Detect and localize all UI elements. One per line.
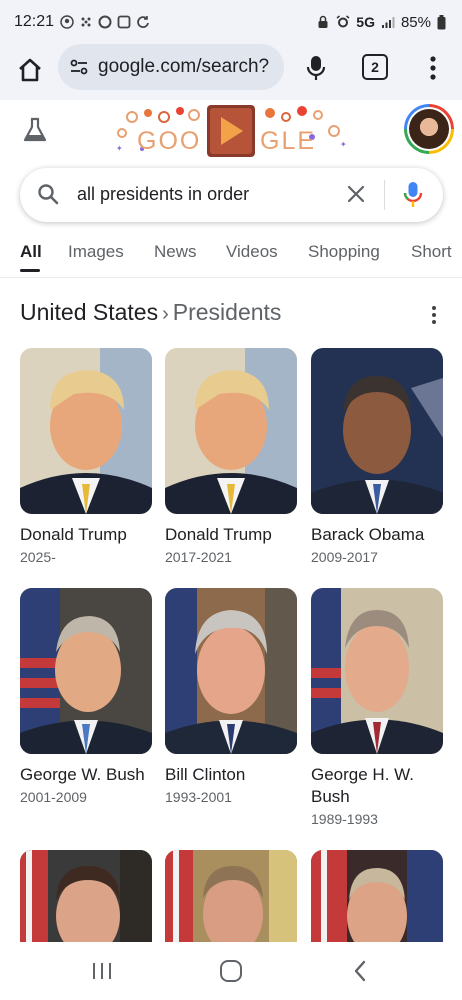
portrait-image [20,850,152,942]
home-nav-button[interactable] [220,960,242,982]
president-name[interactable]: Bill Clinton [165,764,297,786]
browser-toolbar: google.com/search? 2 [0,44,462,100]
president-portrait[interactable] [165,850,297,942]
president-portrait[interactable] [311,348,443,514]
avatar-photo [409,109,449,149]
lock-icon [318,15,328,28]
url-text[interactable]: google.com/search? [98,56,269,78]
gallery-icon [117,15,131,29]
status-bar: 12:21 5G 85% [0,0,462,44]
president-card[interactable]: Barack Obama 2009-2017 [311,348,443,565]
president-card[interactable]: Bill Clinton 1993-2001 [165,588,297,805]
president-portrait[interactable] [20,850,152,942]
president-portrait[interactable] [311,588,443,754]
president-card[interactable] [20,850,152,942]
president-portrait[interactable] [165,588,297,754]
status-right: 5G 85% [316,14,446,31]
sync-icon [137,16,149,28]
doodle-letters-left: GOO [137,127,202,155]
status-time: 12:21 [14,13,55,30]
back-icon[interactable] [352,960,368,982]
tab-switcher-button[interactable]: 2 [362,54,388,80]
president-name[interactable]: George H. W. Bush [311,764,443,808]
breadcrumb-separator: › [162,303,169,325]
portrait-image [165,588,297,754]
president-portrait[interactable] [311,850,443,942]
president-name[interactable]: George W. Bush [20,764,152,786]
tab-videos[interactable]: Videos [226,242,278,262]
account-avatar[interactable] [404,104,454,154]
president-years: 1993-2001 [165,789,232,805]
president-years: 2017-2021 [165,549,232,565]
tab-short[interactable]: Short [411,242,452,262]
profile-icon [60,15,74,29]
more-options-icon[interactable] [429,304,439,326]
dots-icon [81,17,91,27]
search-tabs: All Images News Videos Shopping Short [0,232,462,278]
president-card[interactable] [165,850,297,942]
section-title: United States › Presidents [20,299,281,326]
site-settings-icon[interactable] [68,56,90,78]
president-years: 1989-1993 [311,811,378,827]
president-name[interactable]: Donald Trump [20,524,152,546]
search-divider [384,180,385,210]
tab-news[interactable]: News [154,242,197,262]
search-box[interactable]: all presidents in order [20,168,443,222]
clear-icon[interactable] [346,184,366,204]
president-card[interactable]: Donald Trump 2017-2021 [165,348,297,565]
tab-images[interactable]: Images [68,242,124,262]
president-years: 2001-2009 [20,789,87,805]
signal-icon [381,17,395,28]
tab-all[interactable]: All [20,242,42,262]
president-name[interactable]: Barack Obama [311,524,443,546]
system-nav-bar [0,942,462,1000]
google-doodle-logo[interactable]: ✦ ✦ GOO GLE [112,103,350,159]
president-card[interactable] [311,850,443,942]
voice-search-icon[interactable] [402,180,424,210]
portrait-image [311,348,443,514]
president-card[interactable]: George W. Bush 2001-2009 [20,588,152,805]
status-left: 12:21 [14,13,150,31]
battery-icon [437,14,446,29]
president-name[interactable]: Donald Trump [165,524,297,546]
active-tab-indicator [20,269,40,272]
recents-icon[interactable] [91,962,113,980]
president-card[interactable]: Donald Trump 2025- [20,348,152,565]
url-bar[interactable]: google.com/search? [58,44,284,90]
avatar-ring [407,107,451,151]
search-input[interactable]: all presidents in order [77,184,249,205]
portrait-image [165,850,297,942]
portrait-image [165,348,297,514]
tab-shopping[interactable]: Shopping [308,242,380,262]
home-icon[interactable] [16,56,44,84]
doodle-star: ✦ [116,144,123,153]
microphone-icon[interactable] [304,54,328,82]
president-portrait[interactable] [20,348,152,514]
network-type: 5G [356,14,375,30]
portrait-image [20,588,152,754]
labs-flask-icon[interactable] [22,116,48,144]
circle-icon [98,15,112,29]
portrait-image [311,588,443,754]
battery-percent: 85% [400,13,431,31]
search-icon[interactable] [36,182,60,206]
doodle-star: ✦ [340,140,347,149]
president-portrait[interactable] [20,588,152,754]
alarm-icon [336,15,350,28]
portrait-image [311,850,443,942]
president-years: 2009-2017 [311,549,378,565]
president-card[interactable]: George H. W. Bush 1989-1993 [311,588,443,827]
president-years: 2025- [20,549,56,565]
notification-icons [60,15,150,29]
doodle-letters-right: GLE [260,127,317,155]
tabs-border [0,277,462,278]
portrait-image [20,348,152,514]
overflow-menu-icon[interactable] [424,54,442,82]
breadcrumb-country[interactable]: United States [20,299,158,325]
president-portrait[interactable] [165,348,297,514]
breadcrumb-presidents[interactable]: Presidents [173,299,282,325]
